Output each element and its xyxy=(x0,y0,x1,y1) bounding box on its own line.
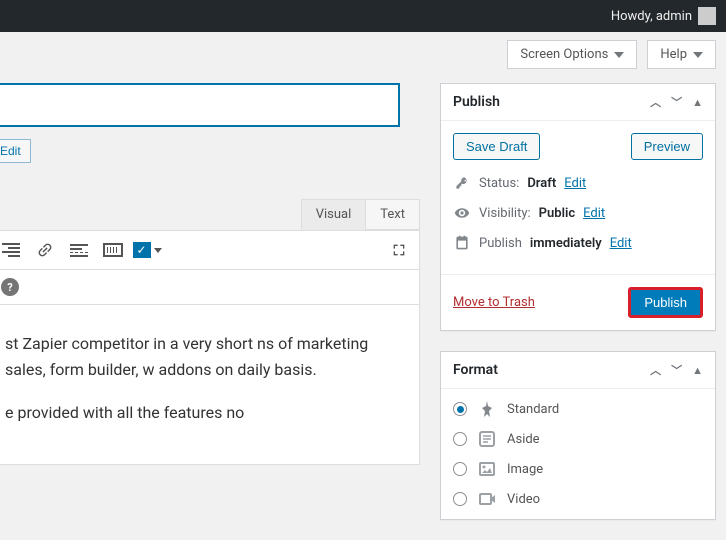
format-label: Image xyxy=(507,462,543,477)
screen-options-button[interactable]: Screen Options xyxy=(507,40,637,69)
format-label: Video xyxy=(507,492,540,507)
toolbar-toggle-icon[interactable]: ✓ xyxy=(137,240,157,260)
video-icon xyxy=(477,489,497,509)
status-label: Status: xyxy=(479,176,519,191)
editor-tabs: Visual Text xyxy=(0,199,420,230)
content-paragraph: e provided with all the features no xyxy=(5,400,405,426)
schedule-label: Publish xyxy=(479,236,522,251)
help-icon[interactable]: ? xyxy=(1,278,19,296)
screen-options-label: Screen Options xyxy=(520,47,608,62)
move-down-icon[interactable]: ﹀ xyxy=(671,94,682,110)
toggle-panel-icon[interactable]: ▲ xyxy=(692,364,703,377)
publish-header[interactable]: Publish ︿ ﹀ ▲ xyxy=(441,84,715,121)
calendar-icon xyxy=(453,234,471,252)
key-icon xyxy=(453,174,471,192)
read-more-icon[interactable] xyxy=(69,240,89,260)
avatar xyxy=(698,7,716,25)
move-up-icon[interactable]: ︿ xyxy=(650,94,661,110)
radio-icon[interactable] xyxy=(453,492,467,506)
publish-title: Publish xyxy=(453,94,500,110)
align-right-icon[interactable] xyxy=(1,240,21,260)
tab-text[interactable]: Text xyxy=(365,199,420,230)
tab-visual[interactable]: Visual xyxy=(301,199,367,230)
editor-toolbar: ✓ xyxy=(0,230,420,270)
edit-visibility-link[interactable]: Edit xyxy=(583,206,605,221)
format-option-video[interactable]: Video xyxy=(453,489,703,509)
post-title-input[interactable] xyxy=(0,83,400,127)
howdy-text: Howdy, admin xyxy=(611,9,692,24)
format-title: Format xyxy=(453,362,498,378)
fullscreen-icon[interactable] xyxy=(389,240,409,260)
radio-icon[interactable] xyxy=(453,432,467,446)
eye-icon xyxy=(453,204,471,222)
howdy-account[interactable]: Howdy, admin xyxy=(611,7,716,25)
radio-checked-icon[interactable] xyxy=(453,402,467,416)
toggle-panel-icon[interactable]: ▲ xyxy=(692,96,703,109)
admin-bar: Howdy, admin xyxy=(0,0,726,32)
format-option-standard[interactable]: Standard xyxy=(453,399,703,419)
format-option-aside[interactable]: Aside xyxy=(453,429,703,449)
link-icon[interactable] xyxy=(31,236,59,264)
format-metabox: Format ︿ ﹀ ▲ Standard Aside xyxy=(440,351,716,520)
schedule-value: immediately xyxy=(530,236,602,251)
help-button[interactable]: Help xyxy=(647,40,716,69)
editor-content[interactable]: st Zapier competitor in a very short ns … xyxy=(0,305,420,465)
schedule-row: Publish immediately Edit xyxy=(453,234,703,252)
edit-permalink-button[interactable]: Edit xyxy=(0,139,31,163)
publish-button[interactable]: Publish xyxy=(628,287,703,318)
visibility-label: Visibility: xyxy=(479,206,531,221)
keyboard-icon[interactable] xyxy=(103,240,123,260)
status-value: Draft xyxy=(527,176,556,191)
move-down-icon[interactable]: ﹀ xyxy=(671,362,682,378)
visibility-value: Public xyxy=(539,206,575,221)
format-option-image[interactable]: Image xyxy=(453,459,703,479)
chevron-down-icon xyxy=(693,52,703,58)
status-row: Status: Draft Edit xyxy=(453,174,703,192)
aside-icon xyxy=(477,429,497,449)
help-label: Help xyxy=(660,47,687,62)
pin-icon xyxy=(477,399,497,419)
publish-metabox: Publish ︿ ﹀ ▲ Save Draft Preview Status:… xyxy=(440,83,716,331)
edit-status-link[interactable]: Edit xyxy=(564,176,586,191)
screen-meta-links: Screen Options Help xyxy=(0,32,726,83)
image-icon xyxy=(477,459,497,479)
format-label: Standard xyxy=(507,402,559,417)
radio-icon[interactable] xyxy=(453,462,467,476)
visibility-row: Visibility: Public Edit xyxy=(453,204,703,222)
content-paragraph: st Zapier competitor in a very short ns … xyxy=(5,331,405,382)
editor-toolbar-row2: ? xyxy=(0,270,420,305)
save-draft-button[interactable]: Save Draft xyxy=(453,133,540,160)
move-to-trash-link[interactable]: Move to Trash xyxy=(453,295,535,310)
format-header[interactable]: Format ︿ ﹀ ▲ xyxy=(441,352,715,389)
move-up-icon[interactable]: ︿ xyxy=(650,362,661,378)
edit-schedule-link[interactable]: Edit xyxy=(610,236,632,251)
chevron-down-icon xyxy=(614,52,624,58)
format-label: Aside xyxy=(507,432,540,447)
preview-button[interactable]: Preview xyxy=(631,133,703,160)
